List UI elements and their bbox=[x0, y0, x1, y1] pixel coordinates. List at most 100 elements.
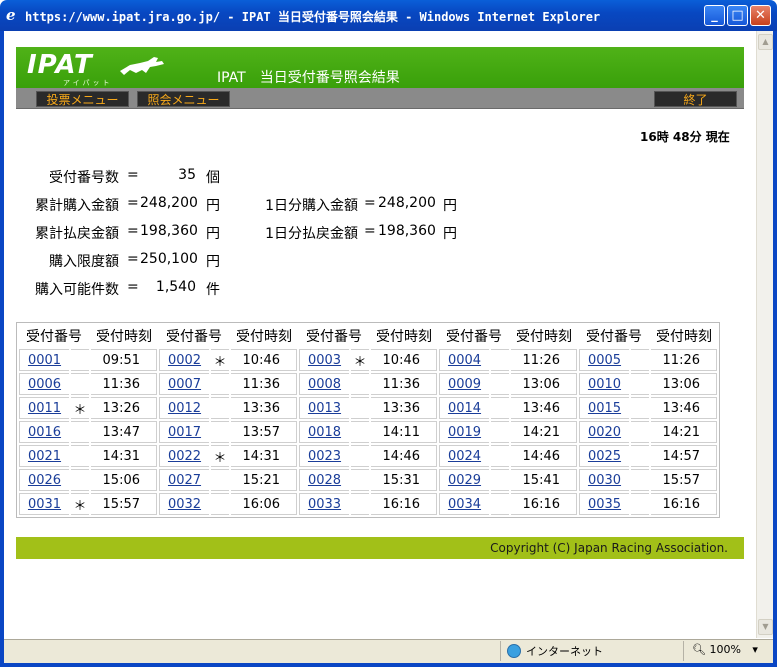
receipt-time: 14:21 bbox=[511, 421, 577, 443]
col-header-time: 受付時刻 bbox=[516, 329, 572, 345]
col-header-number: 受付番号 bbox=[586, 329, 642, 345]
summary-row-refund: 累計払戻金額 = 198,360 円 1日分払戻金額 = 198,360 円 bbox=[0, 223, 760, 243]
receipt-number-cell: 0001 bbox=[19, 349, 69, 371]
receipt-number-link[interactable]: 0008 bbox=[308, 377, 341, 392]
receipt-number-cell: 0023 bbox=[299, 445, 349, 467]
col-header-number: 受付番号 bbox=[166, 329, 222, 345]
receipt-number-link[interactable]: 0018 bbox=[308, 425, 341, 440]
receipt-number-link[interactable]: 0021 bbox=[28, 449, 61, 464]
receipt-mark bbox=[351, 397, 369, 419]
security-zone: インターネット bbox=[507, 643, 603, 659]
receipt-number-link[interactable]: 0027 bbox=[168, 473, 201, 488]
receipt-number-link[interactable]: 0012 bbox=[168, 401, 201, 416]
receipt-number-link[interactable]: 0035 bbox=[588, 497, 621, 512]
receipt-number-link[interactable]: 0031 bbox=[28, 497, 61, 512]
receipt-number-cell: 0017 bbox=[159, 421, 209, 443]
receipt-number-link[interactable]: 0009 bbox=[448, 377, 481, 392]
vertical-scrollbar[interactable]: ▲ ▼ bbox=[756, 31, 773, 638]
receipt-time: 09:51 bbox=[91, 349, 157, 371]
receipt-time: 15:21 bbox=[231, 469, 297, 491]
receipt-number-link[interactable]: 0026 bbox=[28, 473, 61, 488]
receipt-number-link[interactable]: 0030 bbox=[588, 473, 621, 488]
receipt-number-link[interactable]: 0016 bbox=[28, 425, 61, 440]
total-refund-unit: 円 bbox=[206, 226, 220, 242]
total-refund-value: 198,360 bbox=[140, 223, 198, 239]
receipt-time: 14:31 bbox=[231, 445, 297, 467]
receipt-time: 13:06 bbox=[651, 373, 717, 395]
receipt-mark bbox=[211, 421, 229, 443]
receipt-mark bbox=[211, 373, 229, 395]
receipt-number-link[interactable]: 0032 bbox=[168, 497, 201, 512]
receipt-number-link[interactable]: 0013 bbox=[308, 401, 341, 416]
table-row: 0006 11:36 0007 11:36 0008 11:36 0009 13:06 0010… bbox=[19, 373, 717, 395]
limit-label: 購入限度額 bbox=[49, 254, 119, 270]
receipt-number-link[interactable]: 0010 bbox=[588, 377, 621, 392]
receipt-time: 14:46 bbox=[371, 445, 437, 467]
receipt-number-cell: 0035 bbox=[579, 493, 629, 515]
receipt-mark bbox=[211, 397, 229, 419]
receipt-number-link[interactable]: 0001 bbox=[28, 353, 61, 368]
receipt-number-link[interactable]: 0011 bbox=[28, 401, 61, 416]
receipt-number-link[interactable]: 0005 bbox=[588, 353, 621, 368]
receipt-number-link[interactable]: 0033 bbox=[308, 497, 341, 512]
receipt-number-link[interactable]: 0034 bbox=[448, 497, 481, 512]
ie-icon: e bbox=[6, 6, 16, 24]
receipt-time: 13:57 bbox=[231, 421, 297, 443]
close-button[interactable]: ✕ bbox=[750, 5, 771, 26]
equals-sign: = bbox=[364, 223, 376, 239]
inquiry-menu-button[interactable]: 照会メニュー bbox=[137, 91, 230, 107]
possible-count-label: 購入可能件数 bbox=[35, 282, 119, 298]
receipt-number-link[interactable]: 0023 bbox=[308, 449, 341, 464]
receipt-number-link[interactable]: 0004 bbox=[448, 353, 481, 368]
receipt-number-link[interactable]: 0022 bbox=[168, 449, 201, 464]
receipt-mark bbox=[71, 421, 89, 443]
receipt-time: 14:11 bbox=[371, 421, 437, 443]
receipt-number-link[interactable]: 0029 bbox=[448, 473, 481, 488]
receipt-mark bbox=[631, 493, 649, 515]
receipt-mark bbox=[351, 373, 369, 395]
receipt-number-link[interactable]: 0014 bbox=[448, 401, 481, 416]
vote-menu-button[interactable]: 投票メニュー bbox=[36, 91, 129, 107]
receipt-number-link[interactable]: 0025 bbox=[588, 449, 621, 464]
table-row: 0016 13:47 0017 13:57 0018 14:11 0019 14:21 0020… bbox=[19, 421, 717, 443]
ipat-logo-subtitle: アイパット bbox=[63, 79, 113, 87]
scroll-up-icon[interactable]: ▲ bbox=[758, 34, 773, 50]
scroll-down-icon[interactable]: ▼ bbox=[758, 619, 773, 635]
receipt-number-link[interactable]: 0019 bbox=[448, 425, 481, 440]
window-title-bar[interactable]: e https://www.ipat.jra.go.jp/ - IPAT 当日受… bbox=[0, 0, 777, 31]
receipt-number-cell: 0032 bbox=[159, 493, 209, 515]
receipt-time: 10:46 bbox=[371, 349, 437, 371]
receipt-number-cell: 0031 bbox=[19, 493, 69, 515]
receipt-time: 16:16 bbox=[651, 493, 717, 515]
receipt-mark: ＊ bbox=[211, 349, 229, 371]
receipt-number-link[interactable]: 0006 bbox=[28, 377, 61, 392]
maximize-button[interactable]: □ bbox=[727, 5, 748, 26]
equals-sign: = bbox=[127, 251, 139, 267]
receipt-time: 14:31 bbox=[91, 445, 157, 467]
receipt-number-link[interactable]: 0020 bbox=[588, 425, 621, 440]
exit-button[interactable]: 終了 bbox=[654, 91, 737, 107]
receipt-table: 受付番号 受付時刻 受付番号 受付時刻 受付番号 受付時刻 受付番号 受付時刻 … bbox=[16, 322, 720, 518]
receipt-number-link[interactable]: 0002 bbox=[168, 353, 201, 368]
receipt-mark bbox=[71, 469, 89, 491]
receipt-number-link[interactable]: 0015 bbox=[588, 401, 621, 416]
total-purchase-unit: 円 bbox=[206, 198, 220, 214]
receipt-number-cell: 0025 bbox=[579, 445, 629, 467]
receipt-number-link[interactable]: 0028 bbox=[308, 473, 341, 488]
receipt-number-cell: 0011 bbox=[19, 397, 69, 419]
day-purchase-unit: 円 bbox=[443, 198, 457, 214]
receipt-number-link[interactable]: 0017 bbox=[168, 425, 201, 440]
receipt-number-link[interactable]: 0007 bbox=[168, 377, 201, 392]
receipt-time: 15:41 bbox=[511, 469, 577, 491]
zoom-dropdown-icon[interactable]: ▾ bbox=[752, 643, 758, 656]
receipt-time: 15:06 bbox=[91, 469, 157, 491]
col-header-number: 受付番号 bbox=[306, 329, 362, 345]
col-header-number: 受付番号 bbox=[446, 329, 502, 345]
zoom-level-control[interactable]: 🔍︎ 100% ▾ bbox=[692, 643, 758, 656]
minimize-button[interactable]: _ bbox=[704, 5, 725, 26]
receipt-number-cell: 0034 bbox=[439, 493, 489, 515]
receipt-number-link[interactable]: 0003 bbox=[308, 353, 341, 368]
receipt-time: 13:06 bbox=[511, 373, 577, 395]
receipt-number-link[interactable]: 0024 bbox=[448, 449, 481, 464]
receipt-time: 16:16 bbox=[371, 493, 437, 515]
